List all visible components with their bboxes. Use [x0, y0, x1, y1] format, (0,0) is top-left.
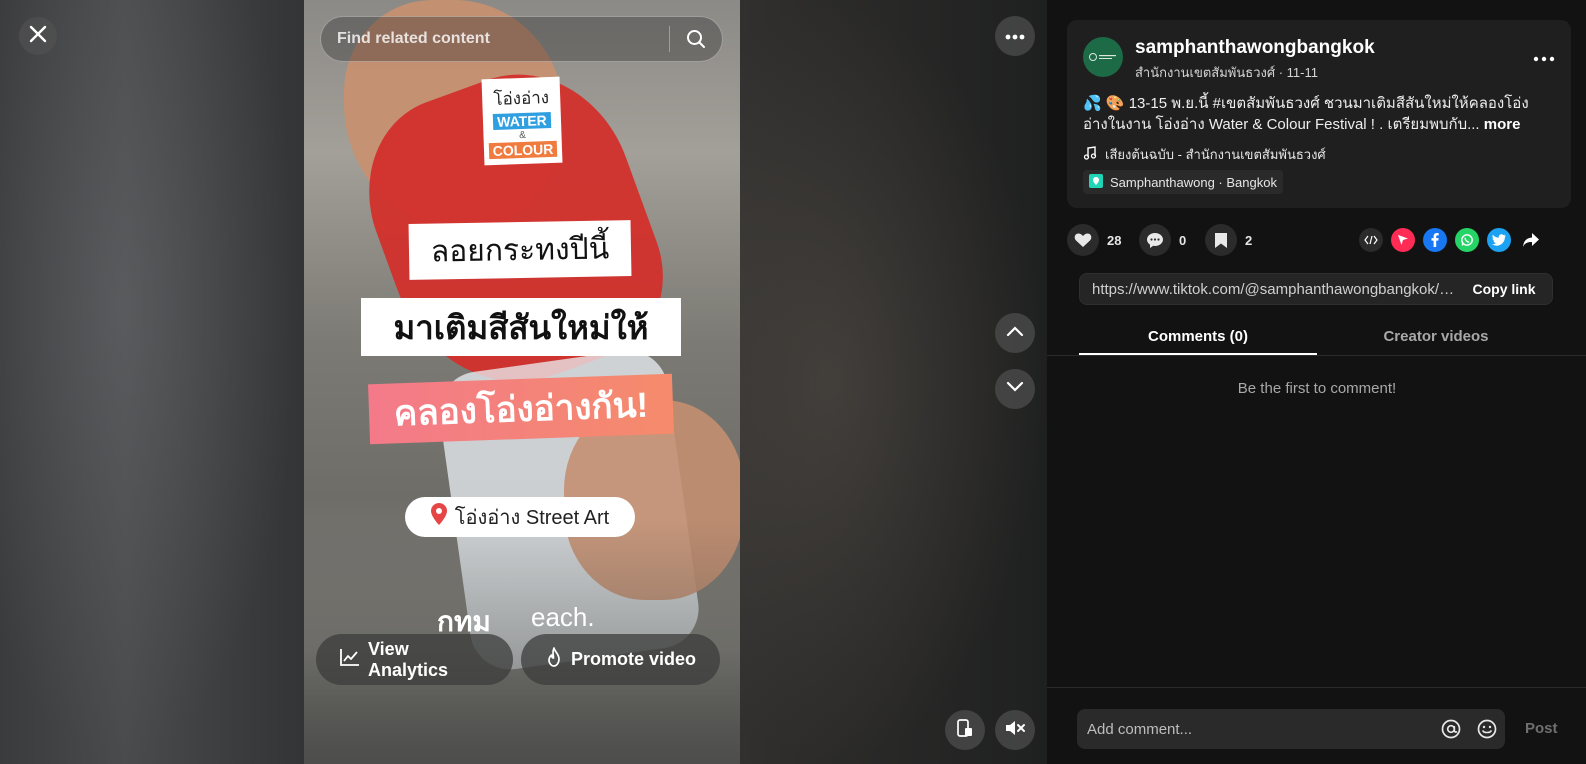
view-analytics-label: View Analytics: [368, 638, 449, 680]
copy-link-button[interactable]: Copy link: [1456, 274, 1552, 304]
video-location-pill: โอ่งอ่าง Street Art: [405, 497, 635, 537]
save-button[interactable]: [1205, 224, 1237, 256]
comment-action: 0: [1139, 224, 1186, 256]
video-caption: คลองโอ่งอ่างกัน!: [368, 373, 674, 445]
search-icon[interactable]: [670, 17, 722, 61]
like-count: 28: [1107, 232, 1122, 248]
close-button[interactable]: [19, 17, 57, 55]
whatsapp-icon[interactable]: [1455, 228, 1479, 252]
volume-muted-icon: [1004, 719, 1026, 742]
logo-line: โอ่งอ่าง: [493, 87, 550, 109]
music-label: เสียงต้นฉบับ - สำนักงานเขตสัมพันธวงศ์: [1105, 147, 1326, 162]
music-link[interactable]: เสียงต้นฉบับ - สำนักงานเขตสัมพันธวงศ์: [1083, 144, 1326, 165]
tab-comments[interactable]: Comments (0): [1079, 320, 1317, 355]
logo-line: WATER: [492, 111, 551, 130]
post-comment-button[interactable]: Post: [1525, 720, 1558, 737]
like-button[interactable]: [1067, 224, 1099, 256]
promote-video-label: Promote video: [571, 649, 697, 669]
panel-tabs: Comments (0) Creator videos: [1079, 320, 1555, 355]
save-count: 2: [1245, 232, 1253, 248]
facebook-icon[interactable]: [1423, 228, 1447, 252]
location-label: Samphanthawong · Bangkok: [1110, 174, 1277, 190]
post-info-card: samphanthawongbangkok สำนักงานเขตสัมพันธ…: [1067, 20, 1571, 208]
music-note-icon: [1083, 146, 1097, 163]
share-forward-icon[interactable]: [1519, 228, 1543, 252]
promote-video-button[interactable]: Promote video: [521, 634, 720, 685]
post-description-text: 💦 🎨 13-15 พ.ย.นี้ #เขตสัมพันธวงศ์ ชวนมาเ…: [1083, 95, 1529, 133]
logo-line: &: [518, 129, 527, 141]
comment-input[interactable]: [1077, 720, 1433, 738]
author-subline: สำนักงานเขตสัมพันธวงศ์ · 11-11: [1135, 65, 1318, 80]
more-horizontal-icon: [1005, 27, 1025, 45]
location-pin-icon: [1089, 173, 1103, 191]
send-to-friends-icon[interactable]: [1391, 228, 1415, 252]
like-action: 28: [1067, 224, 1121, 256]
flame-icon: [545, 647, 563, 672]
share-link-row: https://www.tiktok.com/@samphanthawongba…: [1079, 273, 1553, 305]
analytics-icon: [340, 648, 360, 671]
related-search-bar: [320, 16, 723, 62]
share-url[interactable]: https://www.tiktok.com/@samphanthawongba…: [1080, 281, 1456, 298]
comment-divider: [1047, 687, 1586, 688]
more-link[interactable]: more: [1484, 116, 1521, 133]
comment-button[interactable]: [1139, 224, 1171, 256]
twitter-icon[interactable]: [1487, 228, 1511, 252]
close-icon: [29, 22, 47, 50]
brand-watermark: each.: [531, 602, 595, 632]
view-analytics-button[interactable]: View Analytics: [316, 634, 513, 685]
video-stage: โอ่งอ่าง WATER & COLOUR ลอยกระทงปีนี้ มา…: [0, 0, 1046, 764]
emoji-icon[interactable]: [1469, 711, 1505, 747]
mute-button[interactable]: [995, 710, 1035, 750]
next-video-button[interactable]: [995, 369, 1035, 409]
video-more-button[interactable]: [995, 16, 1035, 56]
logo-line: COLOUR: [488, 140, 558, 159]
save-action: 2: [1205, 224, 1252, 256]
mention-icon[interactable]: [1433, 711, 1469, 747]
comment-count: 0: [1179, 232, 1187, 248]
floating-player-icon: [956, 718, 974, 743]
map-pin-icon: [430, 503, 447, 531]
location-pill-label: โอ่งอ่าง Street Art: [454, 507, 610, 529]
post-description: 💦 🎨 13-15 พ.ย.นี้ #เขตสัมพันธวงศ์ ชวนมาเ…: [1083, 93, 1553, 135]
video-caption: ลอยกระทงปีนี้: [408, 220, 632, 280]
chevron-down-icon: [1006, 380, 1024, 398]
floating-player-button[interactable]: [945, 710, 985, 750]
search-input[interactable]: [321, 30, 669, 48]
location-tag[interactable]: Samphanthawong · Bangkok: [1083, 170, 1283, 194]
author-username[interactable]: samphanthawongbangkok: [1135, 37, 1375, 59]
details-panel: samphanthawongbangkok สำนักงานเขตสัมพันธ…: [1046, 0, 1586, 764]
previous-video-button[interactable]: [995, 313, 1035, 353]
chevron-up-icon: [1006, 324, 1024, 342]
tab-creator-videos[interactable]: Creator videos: [1317, 320, 1555, 355]
avatar[interactable]: [1083, 37, 1123, 77]
tabs-divider: [1047, 355, 1586, 356]
blurred-background-left: [0, 0, 300, 764]
empty-comments-message: Be the first to comment!: [1237, 380, 1397, 397]
embed-icon[interactable]: [1359, 228, 1383, 252]
post-more-button[interactable]: [1533, 46, 1555, 67]
event-logo: โอ่งอ่าง WATER & COLOUR: [481, 76, 563, 166]
video-caption: มาเติมสีสันใหม่ให้: [361, 298, 681, 356]
comment-composer: [1077, 709, 1505, 749]
